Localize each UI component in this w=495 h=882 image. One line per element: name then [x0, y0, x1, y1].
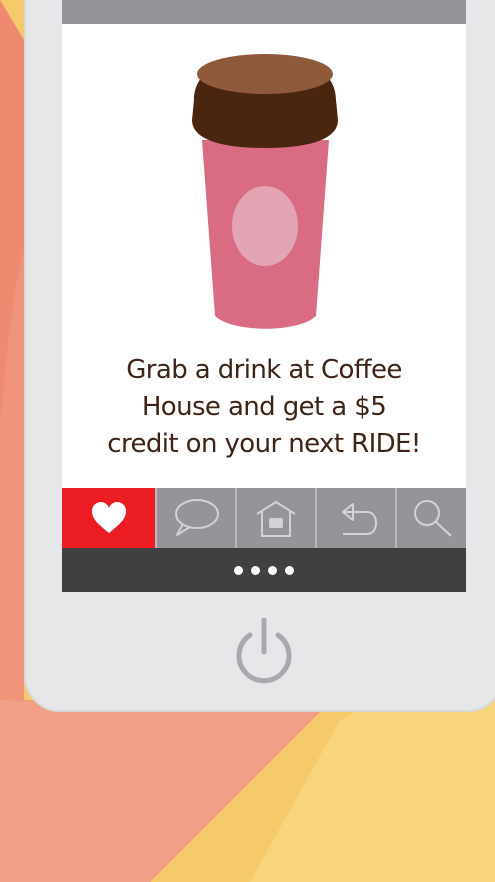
- status-bar: [62, 0, 466, 24]
- nav-favorites-button[interactable]: [62, 488, 155, 548]
- illustration-scene: Grab a drink at Coffee House and get a $…: [0, 0, 495, 882]
- page-dot[interactable]: [285, 565, 294, 575]
- search-icon: [413, 500, 452, 537]
- promo-line-1: Grab a drink at Coffee: [126, 355, 402, 385]
- chat-bubble-icon: [175, 499, 219, 536]
- page-dot[interactable]: [268, 565, 277, 575]
- phone-screen: Grab a drink at Coffee House and get a $…: [62, 0, 466, 592]
- bottom-nav-bar: [62, 488, 466, 548]
- home-icon: [256, 501, 296, 537]
- cup-lid-top: [197, 54, 333, 94]
- coffee-cup-image: [192, 54, 338, 329]
- back-arrow-icon: [342, 503, 378, 535]
- heart-icon: [91, 502, 126, 533]
- promo-message: Grab a drink at Coffee House and get a $…: [78, 352, 450, 463]
- promo-line-2: House and get a $5: [141, 392, 387, 422]
- page-dot[interactable]: [251, 565, 260, 575]
- power-button[interactable]: [232, 618, 296, 686]
- nav-chat-button[interactable]: [155, 488, 235, 548]
- nav-home-button[interactable]: [235, 488, 315, 548]
- nav-back-button[interactable]: [315, 488, 395, 548]
- page-indicator: [62, 548, 466, 592]
- promo-line-3: credit on your next RIDE!: [107, 429, 421, 459]
- nav-search-button[interactable]: [395, 488, 466, 548]
- cup-label: [232, 186, 298, 266]
- page-dot[interactable]: [234, 565, 243, 575]
